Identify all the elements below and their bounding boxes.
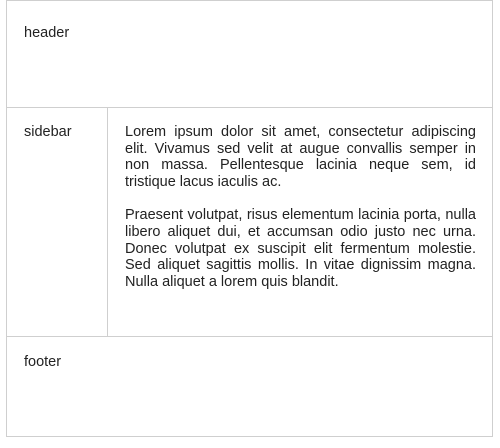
- content-paragraph-2: Praesent volutpat, risus elementum lacin…: [125, 207, 476, 290]
- page-layout: header sidebar Lorem ipsum dolor sit ame…: [6, 0, 493, 437]
- footer-label: footer: [24, 354, 62, 370]
- header-region: header: [7, 1, 492, 108]
- content-paragraph-1: Lorem ipsum dolor sit amet, consectetur …: [125, 124, 476, 190]
- sidebar-label: sidebar: [24, 124, 72, 140]
- main-content: Lorem ipsum dolor sit amet, consectetur …: [125, 124, 476, 307]
- header-label: header: [24, 25, 70, 41]
- sidebar-region: sidebar: [7, 108, 108, 336]
- body-region: sidebar Lorem ipsum dolor sit amet, cons…: [7, 108, 492, 337]
- footer-region: footer: [7, 337, 492, 437]
